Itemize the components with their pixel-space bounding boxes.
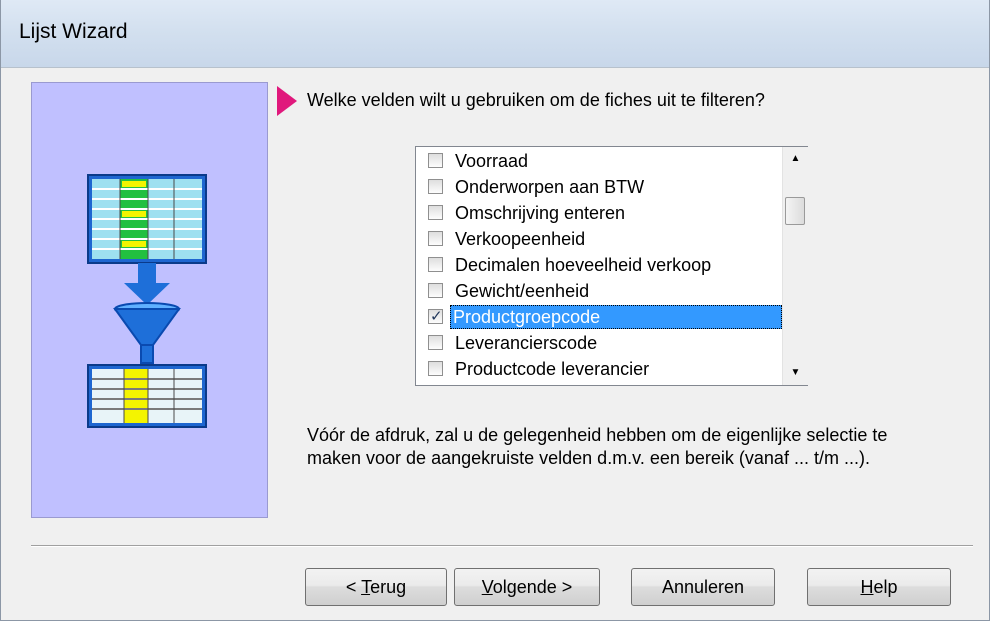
next-rest: olgende > [492,576,573,597]
separator [31,545,973,547]
arrow-marker-icon [277,86,297,116]
field-label: Omschrijving enteren [455,203,626,223]
field-label: Productcode leverancier [455,359,650,379]
field-label: Voorraad [455,151,529,171]
field-label: Gewicht/eenheid [455,281,590,301]
back-rest: erug [370,576,407,597]
wizard-content: Welke velden wilt u gebruiken om de fich… [1,68,989,620]
question-label: Welke velden wilt u gebruiken om de fich… [307,90,765,110]
field-list-item[interactable]: Omschrijving enteren [420,200,782,226]
field-checkbox[interactable] [428,283,443,298]
help-accel: H [860,576,874,597]
checkmark-icon: ✓ [430,308,443,325]
field-label: Onderworpen aan BTW [455,177,645,197]
field-label: Productgroepcode [450,305,782,329]
back-button[interactable]: < Terug [305,568,447,606]
field-checkbox[interactable] [428,335,443,350]
field-list-item[interactable]: Leverancierscode [420,330,782,356]
funnel-icon [113,302,181,364]
back-accel: T [361,576,371,597]
scroll-down-button[interactable]: ▼ [783,361,808,385]
title-bar[interactable]: Lijst Wizard [1,0,989,68]
scroll-thumb[interactable] [785,197,805,225]
filter-illustration [87,174,207,428]
cancel-button[interactable]: Annuleren [631,568,775,606]
wizard-illustration-panel [31,82,268,518]
field-list-item[interactable]: ✓ Productgroepcode [420,304,782,330]
help-button[interactable]: Help [807,568,951,606]
field-list-item[interactable]: Decimalen hoeveelheid verkoop [420,252,782,278]
down-arrow-icon [124,263,170,305]
field-checkbox[interactable]: ✓ [428,308,443,325]
field-label: Verkoopeenheid [455,229,586,249]
field-checkbox[interactable] [428,179,443,194]
field-list-items: Voorraad Onderworpen aan BTW Omschrijving … [416,147,782,385]
info-text: Vóór de afdruk, zal u de gelegenheid heb… [307,425,888,468]
field-checkbox[interactable] [428,205,443,220]
field-list-item[interactable]: Verkoopeenheid [420,226,782,252]
vertical-scrollbar[interactable]: ▲ ▼ [782,147,808,385]
wizard-window: Lijst Wizard Welke velden wilt u gebruik… [0,0,990,621]
field-list-item[interactable]: Gewicht/eenheid [420,278,782,304]
field-checkbox[interactable] [428,257,443,272]
field-list-item[interactable]: Productcode leverancier [420,356,782,382]
field-list-item[interactable]: Voorraad [420,148,782,174]
field-checkbox[interactable] [428,361,443,376]
field-label: Decimalen hoeveelheid verkoop [455,255,712,275]
scroll-up-button[interactable]: ▲ [783,147,808,171]
filtered-table-icon [87,364,207,428]
field-list-item[interactable]: Onderworpen aan BTW [420,174,782,200]
field-checkbox[interactable] [428,153,443,168]
next-button[interactable]: Volgende > [454,568,600,606]
field-checkbox[interactable] [428,231,443,246]
field-label: Leverancierscode [455,333,598,353]
help-rest: elp [873,576,898,597]
window-title: Lijst Wizard [19,20,128,43]
next-accel: V [481,576,493,597]
field-checklist[interactable]: Voorraad Onderworpen aan BTW Omschrijving … [415,146,808,386]
table-icon [87,174,207,264]
back-prefix: < [345,576,362,597]
